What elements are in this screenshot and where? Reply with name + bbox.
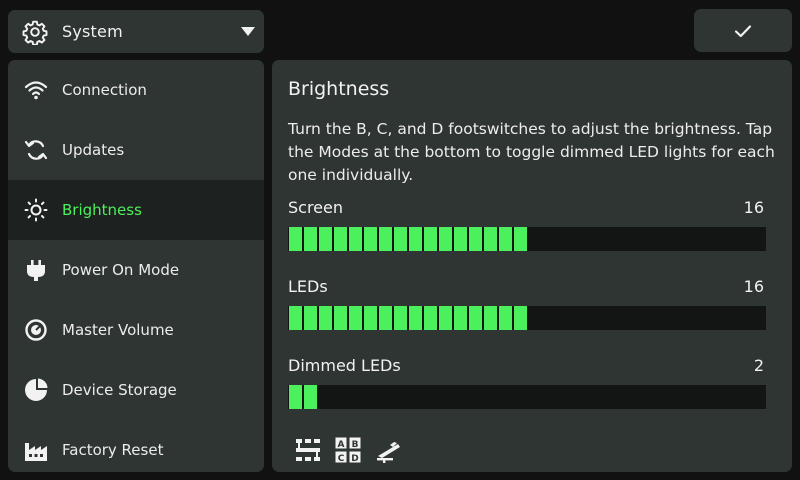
slider-segment (499, 227, 512, 251)
slider-segment (364, 306, 377, 330)
checkmark-icon (734, 24, 752, 37)
slider-segment (409, 306, 422, 330)
sidebar-item-power-on-mode[interactable]: Power On Mode (8, 240, 264, 300)
pie-chart-icon (22, 376, 50, 404)
slider-segment (304, 227, 317, 251)
volume-knob-icon (22, 316, 50, 344)
sidebar: Connection Updates Brightness Power On M… (8, 60, 264, 472)
slider-segment (394, 227, 407, 251)
slider-segment (514, 306, 527, 330)
dropdown-label: System (62, 22, 123, 41)
sidebar-item-label: Brightness (62, 201, 142, 219)
slider-segment (334, 306, 347, 330)
sun-icon (22, 196, 50, 224)
slider-segment (454, 227, 467, 251)
slider-segment (469, 306, 482, 330)
slider-segment (349, 306, 362, 330)
dimmed-leds-brightness-slider[interactable] (288, 385, 766, 409)
slider-segment (424, 306, 437, 330)
sidebar-item-updates[interactable]: Updates (8, 120, 264, 180)
slider-label-leds: LEDs (288, 277, 328, 296)
svg-text:C: C (338, 454, 345, 464)
slider-segment (394, 306, 407, 330)
screen-brightness-slider[interactable] (288, 227, 766, 251)
chevron-down-icon (241, 27, 255, 36)
svg-text:D: D (351, 454, 358, 464)
wifi-icon (22, 76, 50, 104)
sidebar-item-brightness[interactable]: Brightness (8, 180, 264, 240)
slider-label-screen: Screen (288, 198, 344, 217)
power-plug-icon (22, 256, 50, 284)
slider-segment (319, 227, 332, 251)
slider-segment (349, 227, 362, 251)
slider-value-dimmed-leds: 2 (753, 356, 764, 375)
brightness-settings-screen: System Connection Updates Brightness Pow… (0, 0, 800, 480)
sidebar-item-label: Factory Reset (62, 441, 164, 459)
slider-segment (289, 227, 302, 251)
slider-segment (334, 227, 347, 251)
slider-segment (364, 227, 377, 251)
sidebar-item-label: Power On Mode (62, 261, 180, 279)
refresh-icon (22, 136, 50, 164)
brightness-panel: Brightness Turn the B, C, and D footswit… (272, 60, 792, 472)
sidebar-item-label: Connection (62, 81, 147, 99)
panel-description: Turn the B, C, and D footswitches to adj… (288, 120, 775, 184)
slider-segment (514, 227, 527, 251)
sidebar-item-factory-reset[interactable]: Factory Reset (8, 420, 264, 472)
slider-segment (379, 306, 392, 330)
svg-text:A: A (338, 440, 345, 450)
slider-segment (289, 306, 302, 330)
confirm-button[interactable] (694, 9, 792, 52)
page-title: Brightness (288, 78, 390, 100)
slider-segment (439, 227, 452, 251)
svg-text:B: B (352, 440, 359, 450)
slider-segment (409, 227, 422, 251)
sidebar-item-label: Master Volume (62, 321, 174, 339)
slider-label-dimmed-leds: Dimmed LEDs (288, 356, 401, 375)
sidebar-item-label: Updates (62, 141, 125, 159)
factory-icon (22, 436, 50, 464)
sidebar-item-master-volume[interactable]: Master Volume (8, 300, 264, 360)
slider-segment (289, 385, 302, 409)
slider-segment (424, 227, 437, 251)
slider-segment (454, 306, 467, 330)
slider-value-screen: 16 (743, 198, 764, 217)
slider-segment (469, 227, 482, 251)
sidebar-item-connection[interactable]: Connection (8, 60, 264, 120)
slider-segment (304, 385, 317, 409)
stomp-grid-icon[interactable] (294, 436, 322, 464)
gear-icon (22, 20, 48, 45)
slider-segment (319, 306, 332, 330)
slider-segment (439, 306, 452, 330)
slider-segment (304, 306, 317, 330)
slider-value-leds: 16 (743, 277, 764, 296)
leds-brightness-slider[interactable] (288, 306, 766, 330)
slider-segment (379, 227, 392, 251)
slider-segment (499, 306, 512, 330)
slider-segment (484, 306, 497, 330)
pedal-icon[interactable] (374, 436, 402, 464)
settings-category-dropdown[interactable]: System (8, 10, 264, 53)
sidebar-item-label: Device Storage (62, 381, 177, 399)
sidebar-item-device-storage[interactable]: Device Storage (8, 360, 264, 420)
slider-segment (484, 227, 497, 251)
abcd-icon[interactable]: A B C D (334, 436, 362, 464)
